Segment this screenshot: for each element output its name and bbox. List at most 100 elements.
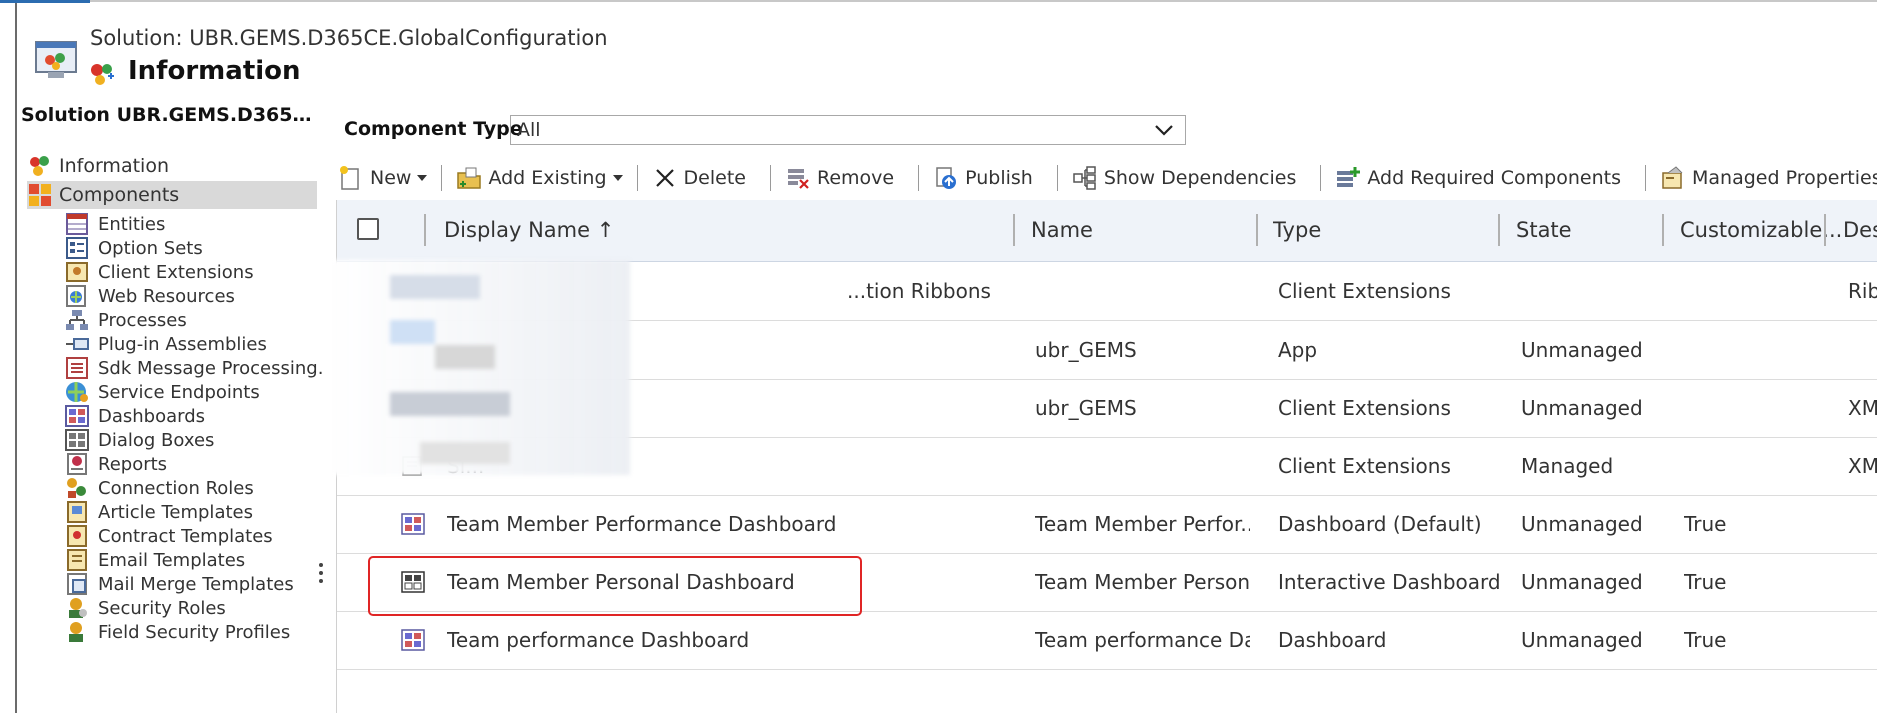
sidebar-item-label: Security Roles [98,597,226,619]
remove-button[interactable]: Remove [775,160,904,196]
select-all-checkbox[interactable] [357,218,379,240]
solution-name: Solution: UBR.GEMS.D365CE.GlobalConfigur… [90,26,608,50]
toolbar-separator [1320,165,1322,191]
information-puzzle-icon [30,156,49,176]
new-label: New [370,167,412,189]
column-separator[interactable] [424,214,426,246]
column-header-type[interactable]: Type [1273,200,1321,261]
article-templates-icon [67,501,87,523]
add-existing-label: Add Existing [488,167,607,189]
dropdown-caret-icon [417,175,428,181]
cell-type: Dashboard (Default) [1278,512,1482,536]
managed-properties-button[interactable]: Managed Properties [1650,160,1877,196]
column-header-state[interactable]: State [1516,200,1572,261]
information-puzzle-icon [91,64,114,85]
field-security-profiles-icon [69,622,83,642]
reports-icon [67,453,87,475]
cell-type: App [1278,338,1318,362]
sidebar-item-label: Client Extensions [98,261,254,283]
add-required-components-button[interactable]: Add Required Components [1325,160,1631,196]
column-header-customizable[interactable]: Customizable... [1680,200,1842,261]
delete-button[interactable]: Delete [642,160,756,196]
dialog-boxes-icon [65,429,89,451]
column-header-name[interactable]: Name [1031,200,1093,261]
column-header-label: Display Name [444,218,591,242]
publish-icon [936,167,957,189]
sidebar-splitter-handle[interactable] [319,563,323,591]
dashboards-icon [65,405,89,427]
dropdown-caret-icon [612,175,623,181]
cell-customizable: True [1684,570,1727,594]
sidebar-item-label: Email Templates [98,549,246,571]
cell-state: Unmanaged [1521,338,1643,362]
column-separator[interactable] [1824,214,1826,246]
cell-customizable: True [1684,628,1727,652]
top-accent-bar [0,0,90,3]
client-extensions-icon [66,262,88,282]
sidebar-item-field-security-profiles[interactable]: Field Security Profiles [64,618,322,646]
cell-type: Dashboard [1278,628,1387,652]
sidebar-item-label: Mail Merge Templates [98,573,294,595]
table-row[interactable]: Team performance Dashboard Team performa… [337,611,1877,670]
solution-icon [35,41,77,78]
cell-state: Unmanaged [1521,396,1643,420]
column-separator[interactable] [1013,214,1015,246]
new-document-icon [340,166,359,190]
web-resources-icon [66,285,86,307]
dashboard-icon [401,629,425,651]
cell-display-name: Team Member Performance Dashboard [447,512,837,536]
cell-type: Interactive Dashboard [1278,570,1501,594]
cell-state: Managed [1521,454,1614,478]
cell-state: Unmanaged [1521,512,1643,536]
option-sets-icon [66,237,88,259]
cell-name: ubr_GEMS [1035,338,1137,362]
cell-description: XM [1848,396,1877,420]
cell-display-name: ...tion Ribbons [847,279,991,303]
sidebar-item-label: Field Security Profiles [98,621,291,643]
page-title: Information [128,56,301,86]
sidebar-item-label: Connection Roles [98,477,254,499]
command-toolbar: New Add Existing Delete Remove Publish S… [336,160,1877,196]
cell-description: Rib [1848,279,1877,303]
sidebar-item-label: Article Templates [98,501,253,523]
sidebar-item-label: Contract Templates [98,525,273,547]
column-separator[interactable] [1256,214,1258,246]
remove-icon [787,169,809,189]
contract-templates-icon [67,525,87,547]
add-required-components-label: Add Required Components [1367,167,1621,189]
publish-label: Publish [965,167,1033,189]
table-row[interactable]: Team Member Performance Dashboard Team M… [337,495,1877,554]
column-header-display-name[interactable]: Display Name ↑ [444,200,614,261]
add-existing-folder-icon [457,167,482,189]
remove-label: Remove [816,167,895,189]
sdk-message-icon [66,357,88,379]
highlight-box [368,556,862,616]
cell-type: Client Extensions [1278,279,1451,303]
sidebar: Solution UBR.GEMS.D365CE.Gl... Informati… [17,100,322,713]
column-header-description[interactable]: Des [1843,200,1877,261]
chevron-down-icon [1155,125,1173,136]
publish-button[interactable]: Publish [923,160,1043,196]
column-separator[interactable] [1498,214,1500,246]
component-type-select[interactable]: All [510,115,1186,145]
managed-properties-icon [1662,166,1683,189]
cell-description: XM [1848,454,1877,478]
sidebar-item-components[interactable]: Components [27,181,317,209]
sidebar-item-label: Dialog Boxes [98,429,215,451]
column-separator[interactable] [1662,214,1664,246]
sidebar-item-label: Web Resources [98,285,235,307]
sidebar-item-information[interactable]: Information [27,152,169,180]
new-button[interactable]: New [336,160,437,196]
add-existing-button[interactable]: Add Existing [446,160,632,196]
delete-x-icon [655,169,674,187]
show-dependencies-button[interactable]: Show Dependencies [1062,160,1307,196]
service-endpoints-icon [66,382,88,402]
toolbar-separator [918,165,920,191]
cell-state: Unmanaged [1521,570,1643,594]
cell-display-name: Team performance Dashboard [447,628,750,652]
sidebar-heading: Solution UBR.GEMS.D365CE.Gl... [21,104,321,126]
window-left-border [0,0,17,713]
sidebar-item-label: Entities [98,213,166,235]
email-templates-icon [67,549,87,571]
toolbar-separator [1645,165,1646,191]
